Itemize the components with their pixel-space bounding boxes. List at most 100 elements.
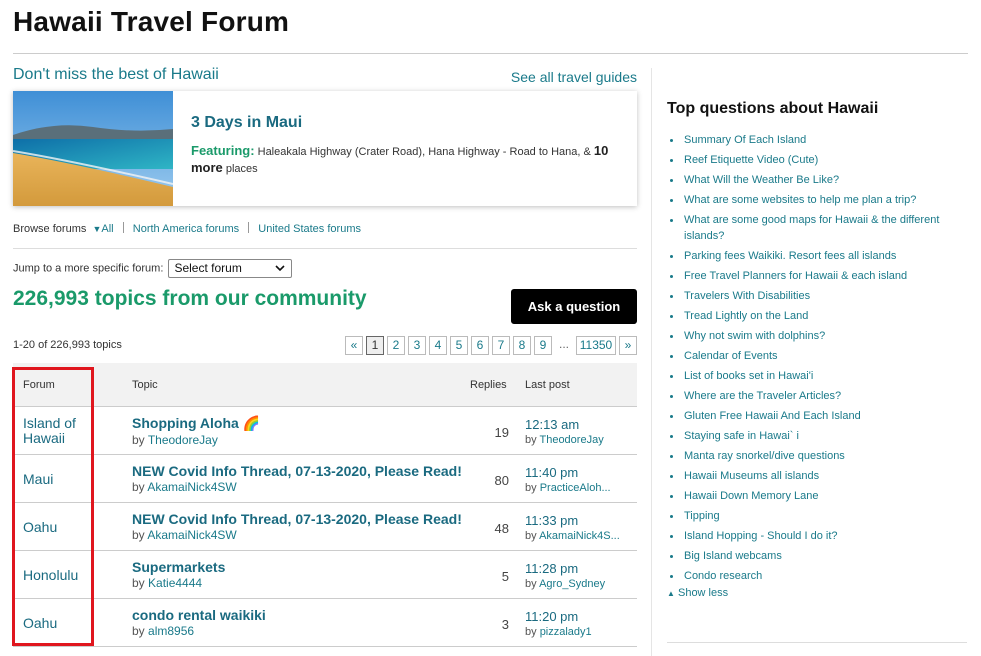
last-post-cell: 11:40 pm by PracticeAloh... <box>525 465 637 494</box>
topic-link[interactable]: Supermarkets <box>132 559 462 575</box>
north-america-forums-link[interactable]: North America forums <box>133 223 239 235</box>
topic-cell: NEW Covid Info Thread, 07-13-2020, Pleas… <box>132 463 462 494</box>
last-post-cell: 11:20 pm by pizzalady1 <box>525 609 637 638</box>
question-link[interactable]: Reef Etiquette Video (Cute) <box>667 152 957 168</box>
author-link[interactable]: Katie4444 <box>148 576 202 590</box>
topic-link[interactable]: condo rental waikiki <box>132 607 462 623</box>
last-post-author: by PracticeAloh... <box>525 482 637 494</box>
see-all-guides-link[interactable]: See all travel guides <box>511 69 637 85</box>
author-link[interactable]: alm8956 <box>148 624 194 638</box>
guide-card[interactable]: 3 Days in Maui Featuring: Haleakala High… <box>13 91 637 206</box>
topic-author: by AkamaiNick4SW <box>132 528 462 542</box>
question-link[interactable]: Free Travel Planners for Hawaii & each i… <box>667 268 957 284</box>
header-replies: Replies <box>470 379 507 391</box>
show-less-label: Show less <box>677 587 729 599</box>
topic-link[interactable]: NEW Covid Info Thread, 07-13-2020, Pleas… <box>132 463 462 479</box>
prev-page-button[interactable]: « <box>345 335 363 355</box>
author-link[interactable]: AkamaiNick4SW <box>147 480 236 494</box>
last-post-cell: 12:13 am by TheodoreJay <box>525 417 637 446</box>
question-link[interactable]: Tread Lightly on the Land <box>667 308 957 324</box>
featuring-label: Featuring: <box>191 143 255 158</box>
question-link[interactable]: Why not swim with dolphins? <box>667 328 957 344</box>
last-post-author-link[interactable]: Agro_Sydney <box>539 578 605 590</box>
question-link[interactable]: Island Hopping - Should I do it? <box>667 528 957 544</box>
last-post-time[interactable]: 11:28 pm <box>525 561 637 576</box>
page-2[interactable]: 2 <box>387 335 405 355</box>
question-link[interactable]: List of books set in Hawai'i <box>667 368 957 384</box>
author-link[interactable]: AkamaiNick4SW <box>147 528 236 542</box>
last-post-time[interactable]: 11:33 pm <box>525 513 637 528</box>
topic-author: by alm8956 <box>132 624 462 638</box>
page-6[interactable]: 6 <box>471 335 489 355</box>
page-7[interactable]: 7 <box>492 335 510 355</box>
pager-ellipsis: ... <box>555 335 573 355</box>
question-link[interactable]: Staying safe in Hawai` i <box>667 428 957 444</box>
topic-cell: Supermarkets by Katie4444 <box>132 559 462 590</box>
top-questions-list: Summary Of Each Island Reef Etiquette Vi… <box>667 132 957 588</box>
table-header: Forum Topic Replies Last post <box>13 363 637 407</box>
last-post-author-link[interactable]: TheodoreJay <box>539 434 603 446</box>
question-link[interactable]: Manta ray snorkel/dive questions <box>667 448 957 464</box>
last-post-time[interactable]: 11:20 pm <box>525 609 637 624</box>
by-label: by <box>525 626 537 638</box>
question-link[interactable]: Hawaii Down Memory Lane <box>667 488 957 504</box>
question-link[interactable]: Travelers With Disabilities <box>667 288 957 304</box>
replies-count: 3 <box>501 617 509 632</box>
last-post-time[interactable]: 12:13 am <box>525 417 637 432</box>
forum-column-highlight <box>12 367 94 646</box>
by-label: by <box>132 433 145 447</box>
question-link[interactable]: Gluten Free Hawaii And Each Island <box>667 408 957 424</box>
question-link[interactable]: Where are the Traveler Articles? <box>667 388 957 404</box>
chevron-down-icon <box>275 262 286 280</box>
topic-link[interactable]: NEW Covid Info Thread, 07-13-2020, Pleas… <box>132 511 462 527</box>
by-label: by <box>525 482 537 494</box>
page-last[interactable]: 11350 <box>576 335 616 355</box>
page-8[interactable]: 8 <box>513 335 531 355</box>
page-1[interactable]: 1 <box>366 335 384 355</box>
last-post-author: by AkamaiNick4S... <box>525 530 637 542</box>
last-post-author-link[interactable]: pizzalady1 <box>540 626 592 638</box>
author-link[interactable]: TheodoreJay <box>148 433 218 447</box>
ask-question-button[interactable]: Ask a question <box>511 289 637 324</box>
page-9[interactable]: 9 <box>534 335 552 355</box>
question-link[interactable]: Hawaii Museums all islands <box>667 468 957 484</box>
last-post-cell: 11:28 pm by Agro_Sydney <box>525 561 637 590</box>
table-row: Oahu NEW Covid Info Thread, 07-13-2020, … <box>13 503 637 551</box>
guide-title[interactable]: 3 Days in Maui <box>191 114 302 132</box>
all-forums-dropdown[interactable]: ▼All <box>89 223 113 235</box>
next-page-button[interactable]: » <box>619 335 637 355</box>
places-text: places <box>222 163 258 175</box>
question-link[interactable]: What are some websites to help me plan a… <box>667 192 957 208</box>
topic-link[interactable]: Shopping Aloha 🌈 <box>132 415 462 432</box>
question-link[interactable]: Summary Of Each Island <box>667 132 957 148</box>
question-link[interactable]: What Will the Weather Be Like? <box>667 172 957 188</box>
page-4[interactable]: 4 <box>429 335 447 355</box>
question-link[interactable]: Parking fees Waikiki. Resort fees all is… <box>667 248 957 264</box>
page-3[interactable]: 3 <box>408 335 426 355</box>
question-link[interactable]: Condo research <box>667 568 957 584</box>
forum-select[interactable]: Select forum <box>168 259 293 280</box>
last-post-author: by TheodoreJay <box>525 434 637 446</box>
by-label: by <box>132 624 145 638</box>
divider <box>248 222 250 233</box>
question-link[interactable]: What are some good maps for Hawaii & the… <box>667 212 957 244</box>
question-link[interactable]: Calendar of Events <box>667 348 957 364</box>
featuring-text: Haleakala Highway (Crater Road), Hana Hi… <box>254 146 594 158</box>
last-post-author-link[interactable]: PracticeAloh... <box>540 482 611 494</box>
last-post-author: by Agro_Sydney <box>525 578 637 590</box>
united-states-forums-link[interactable]: United States forums <box>258 223 361 235</box>
beach-image <box>13 91 173 206</box>
question-link[interactable]: Tipping <box>667 508 957 524</box>
question-link[interactable]: Big Island webcams <box>667 548 957 564</box>
header-last-post: Last post <box>525 379 570 391</box>
topics-table: Forum Topic Replies Last post Island of … <box>13 363 637 647</box>
divider <box>122 222 124 233</box>
show-less-toggle[interactable]: ▲ Show less <box>667 587 728 599</box>
replies-count: 19 <box>494 425 509 440</box>
table-row: Island of Hawaii Shopping Aloha 🌈 by The… <box>13 407 637 455</box>
topics-count-heading: 226,993 topics from our community <box>13 287 367 310</box>
last-post-author-link[interactable]: AkamaiNick4S... <box>539 530 620 542</box>
all-forums-label: All <box>101 223 114 235</box>
page-5[interactable]: 5 <box>450 335 468 355</box>
last-post-time[interactable]: 11:40 pm <box>525 465 637 480</box>
